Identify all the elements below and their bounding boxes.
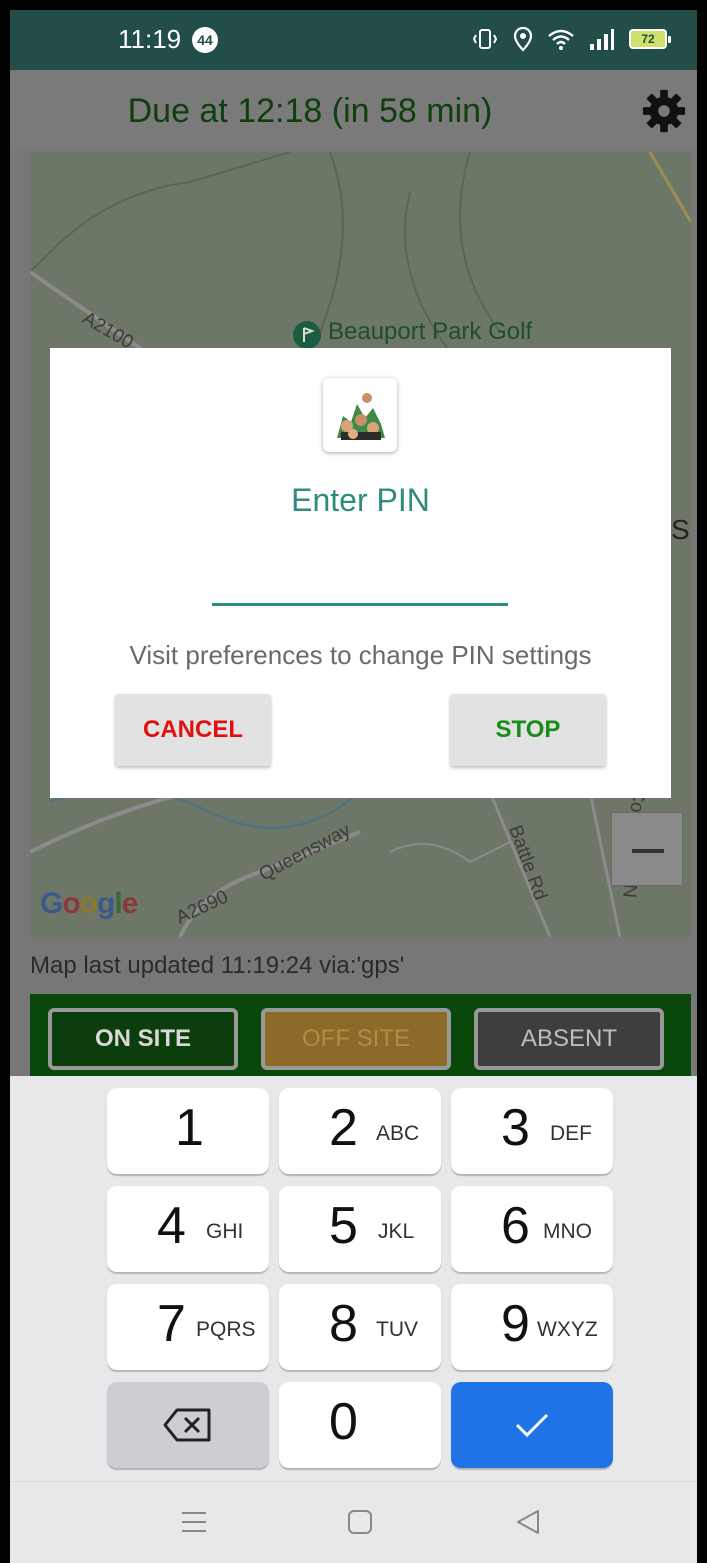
battery-icon: 72 <box>629 29 671 49</box>
key-7[interactable]: 7 PQRS <box>107 1284 269 1370</box>
backspace-key[interactable] <box>107 1382 269 1468</box>
google-logo: Google <box>40 887 138 920</box>
key-0[interactable]: 0 <box>279 1382 441 1468</box>
key-digit: 7 <box>157 1295 186 1353</box>
key-letters: DEF <box>550 1122 592 1145</box>
key-digit: 5 <box>329 1197 358 1255</box>
key-3[interactable]: 3 DEF <box>451 1088 613 1174</box>
key-letters: JKL <box>378 1220 415 1243</box>
key-letters: TUV <box>376 1318 418 1341</box>
off-site-button[interactable]: OFF SITE <box>261 1008 451 1070</box>
location-icon <box>513 26 533 52</box>
cancel-button[interactable]: CANCEL <box>115 694 271 766</box>
on-site-button[interactable]: ON SITE <box>48 1008 238 1070</box>
app-logo-icon <box>323 378 397 452</box>
signal-icon <box>590 29 614 50</box>
key-letters: WXYZ <box>537 1318 598 1341</box>
key-digit: 2 <box>329 1099 358 1157</box>
key-digit: 8 <box>329 1295 358 1353</box>
status-time: 11:19 <box>118 24 182 54</box>
backspace-icon <box>163 1408 211 1442</box>
stop-button[interactable]: STOP <box>450 694 606 766</box>
golf-icon <box>293 321 321 349</box>
wifi-icon <box>548 29 574 50</box>
map-label-s: S <box>671 514 690 545</box>
key-digit: 1 <box>175 1099 204 1157</box>
pin-dialog: Enter PIN Visit preferences to change PI… <box>50 348 671 798</box>
key-8[interactable]: 8 TUV <box>279 1284 441 1370</box>
key-9[interactable]: 9 WXYZ <box>451 1284 613 1370</box>
dialog-hint: Visit preferences to change PIN settings <box>129 640 592 670</box>
done-key[interactable] <box>451 1382 613 1468</box>
vibrate-icon <box>472 29 498 49</box>
key-2[interactable]: 2 ABC <box>279 1088 441 1174</box>
zoom-out-button[interactable] <box>611 812 683 886</box>
due-time-label: Due at 12:18 (in 58 min) <box>127 92 493 130</box>
app-header: Due at 12:18 (in 58 min) <box>10 70 697 150</box>
key-6[interactable]: 6 MNO <box>451 1186 613 1272</box>
key-1[interactable]: 1 <box>107 1088 269 1174</box>
map-update-status: Map last updated 11:19:24 via:'gps' <box>30 952 405 979</box>
numeric-keyboard: 1 2 ABC 3 DEF 4 GHI 5 JKL 6 MNO 7 PQRS 8… <box>10 1076 697 1481</box>
key-letters: MNO <box>543 1220 592 1243</box>
navigation-bar <box>10 1481 697 1563</box>
absent-button[interactable]: ABSENT <box>474 1008 664 1070</box>
phone-screen: 11:19 44 72 Due at 12:18 (in 58 min) A21… <box>10 10 697 1563</box>
home-square-icon[interactable] <box>346 1508 374 1536</box>
key-digit: 6 <box>501 1197 530 1255</box>
checkmark-icon <box>515 1413 549 1438</box>
attendance-bar: ON SITE OFF SITE ABSENT <box>30 994 691 1084</box>
notification-badge: 44 <box>192 27 218 53</box>
key-digit: 9 <box>501 1295 530 1353</box>
key-digit: 4 <box>157 1197 186 1255</box>
back-triangle-icon[interactable] <box>514 1508 542 1536</box>
key-digit: 3 <box>501 1099 530 1157</box>
pin-input[interactable] <box>212 564 508 606</box>
menu-icon[interactable] <box>180 1510 208 1534</box>
key-letters: ABC <box>376 1122 420 1145</box>
key-4[interactable]: 4 GHI <box>107 1186 269 1272</box>
status-bar: 11:19 44 72 <box>10 10 697 70</box>
gear-icon[interactable] <box>641 88 687 134</box>
status-icons: 72 <box>471 24 671 54</box>
key-digit: 0 <box>329 1393 358 1451</box>
key-letters: PQRS <box>196 1318 256 1341</box>
dialog-title: Enter PIN <box>291 482 430 518</box>
key-5[interactable]: 5 JKL <box>279 1186 441 1272</box>
map-label-golf: Beauport Park Golf <box>328 318 533 345</box>
key-letters: GHI <box>206 1220 244 1243</box>
